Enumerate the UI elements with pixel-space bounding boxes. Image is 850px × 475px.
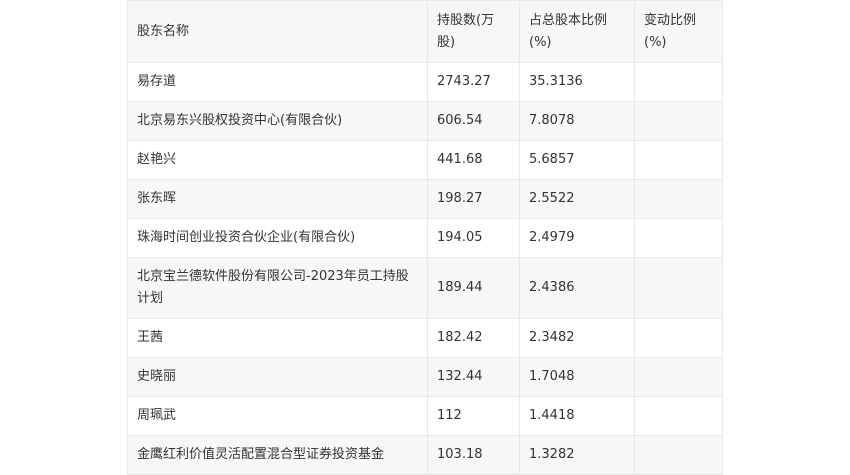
- cell-name: 王茜: [127, 318, 428, 358]
- cell-name: 赵艳兴: [127, 140, 428, 180]
- header-shareholder-name: 股东名称: [127, 0, 428, 63]
- cell-ratio: 2.4979: [519, 218, 635, 258]
- cell-name: 周珮武: [127, 396, 428, 436]
- table-row: 北京易东兴股权投资中心(有限合伙) 606.54 7.8078: [127, 101, 723, 141]
- cell-ratio: 7.8078: [519, 101, 635, 141]
- header-change-ratio: 变动比例(%): [634, 0, 723, 63]
- table-row: 易存道 2743.27 35.3136: [127, 62, 723, 102]
- cell-change: [634, 179, 723, 219]
- cell-change: [634, 140, 723, 180]
- cell-shares: 189.44: [427, 257, 520, 319]
- cell-change: [634, 396, 723, 436]
- cell-ratio: 1.7048: [519, 357, 635, 397]
- table-header-row: 股东名称 持股数(万股) 占总股本比例(%) 变动比例(%): [127, 0, 723, 63]
- cell-name: 珠海时间创业投资合伙企业(有限合伙): [127, 218, 428, 258]
- cell-name: 北京易东兴股权投资中心(有限合伙): [127, 101, 428, 141]
- header-ratio: 占总股本比例(%): [519, 0, 635, 63]
- cell-ratio: 35.3136: [519, 62, 635, 102]
- cell-shares: 182.42: [427, 318, 520, 358]
- shareholder-table-container: 股东名称 持股数(万股) 占总股本比例(%) 变动比例(%) 易存道 2743.…: [127, 0, 723, 475]
- table-row: 王茜 182.42 2.3482: [127, 318, 723, 358]
- header-shares: 持股数(万股): [427, 0, 520, 63]
- cell-ratio: 1.4418: [519, 396, 635, 436]
- cell-change: [634, 257, 723, 319]
- cell-shares: 606.54: [427, 101, 520, 141]
- cell-name: 张东晖: [127, 179, 428, 219]
- cell-name: 史晓丽: [127, 357, 428, 397]
- table-row: 北京宝兰德软件股份有限公司-2023年员工持股计划 189.44 2.4386: [127, 257, 723, 319]
- cell-ratio: 5.6857: [519, 140, 635, 180]
- cell-ratio: 2.3482: [519, 318, 635, 358]
- cell-shares: 103.18: [427, 435, 520, 475]
- table-row: 珠海时间创业投资合伙企业(有限合伙) 194.05 2.4979: [127, 218, 723, 258]
- cell-shares: 2743.27: [427, 62, 520, 102]
- cell-change: [634, 218, 723, 258]
- cell-change: [634, 318, 723, 358]
- shareholder-table: 股东名称 持股数(万股) 占总股本比例(%) 变动比例(%) 易存道 2743.…: [127, 0, 723, 475]
- cell-change: [634, 435, 723, 475]
- cell-change: [634, 357, 723, 397]
- cell-name: 易存道: [127, 62, 428, 102]
- cell-shares: 441.68: [427, 140, 520, 180]
- cell-shares: 194.05: [427, 218, 520, 258]
- cell-name: 北京宝兰德软件股份有限公司-2023年员工持股计划: [127, 257, 428, 319]
- table-row: 周珮武 112 1.4418: [127, 396, 723, 436]
- cell-change: [634, 101, 723, 141]
- table-row: 赵艳兴 441.68 5.6857: [127, 140, 723, 180]
- cell-shares: 198.27: [427, 179, 520, 219]
- cell-shares: 132.44: [427, 357, 520, 397]
- cell-shares: 112: [427, 396, 520, 436]
- table-row: 张东晖 198.27 2.5522: [127, 179, 723, 219]
- cell-ratio: 2.4386: [519, 257, 635, 319]
- table-row: 史晓丽 132.44 1.7048: [127, 357, 723, 397]
- cell-ratio: 2.5522: [519, 179, 635, 219]
- cell-ratio: 1.3282: [519, 435, 635, 475]
- table-row: 金鹰红利价值灵活配置混合型证券投资基金 103.18 1.3282: [127, 435, 723, 475]
- cell-change: [634, 62, 723, 102]
- cell-name: 金鹰红利价值灵活配置混合型证券投资基金: [127, 435, 428, 475]
